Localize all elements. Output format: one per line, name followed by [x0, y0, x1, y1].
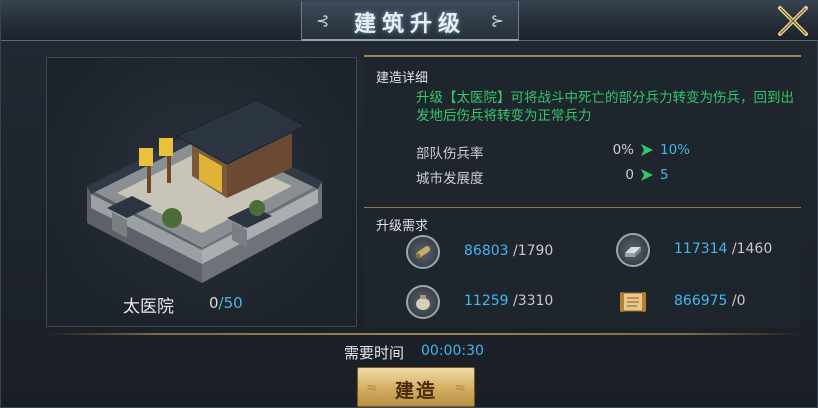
time-label: 需要时间	[344, 344, 405, 362]
window-title: 建筑升级	[353, 11, 466, 37]
footer-divider	[46, 333, 801, 335]
grain-have: 11259	[464, 293, 509, 309]
swirl-right-icon: ≈	[454, 380, 466, 396]
details-header: 建造详细	[376, 71, 429, 86]
section-divider	[364, 207, 801, 208]
close-button[interactable]	[773, 3, 813, 39]
time-value: 00:00:30	[421, 343, 484, 359]
title-plate: ⊰ 建筑升级 ⊱	[301, 1, 519, 41]
build-button[interactable]: ≈ 建造 ≈	[357, 367, 475, 407]
iron-need: /1460	[727, 241, 773, 257]
wood-need: /1790	[508, 243, 554, 259]
arrow-right-icon	[641, 144, 653, 156]
title-bar: ⊰ 建筑升级 ⊱	[1, 1, 818, 41]
building-description: 升级【太医院】可将战斗中死亡的部分兵力转变为伤兵，回到出发地后伤兵将转变为正常兵…	[416, 90, 794, 124]
wood-log-icon	[406, 235, 440, 269]
level-max: 50	[223, 294, 243, 312]
building-image	[87, 99, 322, 283]
upgrade-window: ⊰ 建筑升级 ⊱ 太医院 0/50 建造详细 升级【太医院】可将战斗中死亡的部分…	[0, 0, 818, 408]
stat-row: 部队伤兵率 0% 10%	[416, 142, 716, 162]
gold-have: 866975	[674, 293, 728, 309]
building-level: 0/50	[209, 294, 243, 312]
stat-label: 城市发展度	[416, 171, 484, 187]
iron-ingot-icon	[616, 233, 650, 267]
iron-have: 117314	[674, 241, 728, 257]
building-preview-panel: 太医院 0/50	[46, 57, 357, 327]
close-x-icon	[778, 6, 808, 36]
grain-need: /3310	[508, 293, 554, 309]
requirement-grain: 11259 /3310	[406, 285, 586, 321]
requirement-iron: 117314 /1460	[616, 233, 796, 269]
wood-have: 86803	[464, 243, 509, 259]
stat-label: 部队伤兵率	[416, 146, 484, 162]
stat-to: 5	[660, 167, 669, 183]
requirement-wood: 86803 /1790	[406, 235, 586, 271]
gold-scroll-icon	[616, 285, 650, 319]
building-name: 太医院	[123, 297, 174, 317]
requirements-header: 升级需求	[376, 219, 429, 234]
stat-from: 0	[625, 167, 634, 183]
grain-sack-icon	[406, 285, 440, 319]
arrow-right-icon	[641, 169, 653, 181]
requirement-gold: 866975 /0	[616, 285, 796, 321]
title-ornament-right-icon: ⊱	[490, 11, 504, 30]
gold-need: /0	[727, 293, 746, 309]
stat-from: 0%	[612, 142, 634, 158]
level-current: 0	[209, 294, 219, 312]
stat-row: 城市发展度 0 5	[416, 167, 716, 187]
info-panel: 建造详细 升级【太医院】可将战斗中死亡的部分兵力转变为伤兵，回到出发地后伤兵将转…	[364, 55, 801, 327]
stat-to: 10%	[660, 142, 691, 158]
